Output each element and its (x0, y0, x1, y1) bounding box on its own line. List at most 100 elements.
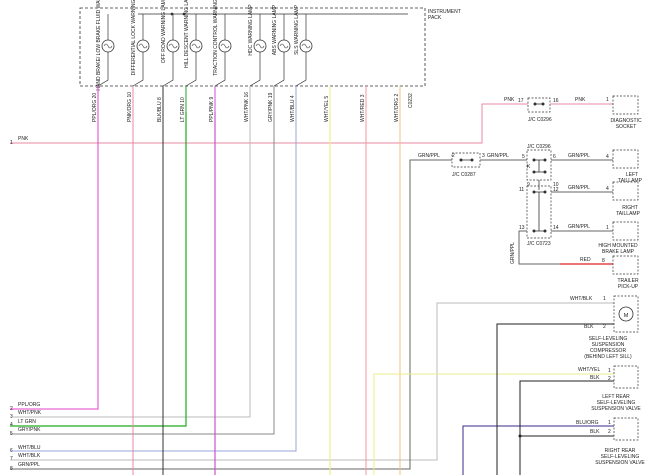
lamp-return (249, 52, 261, 87)
connector-id: C0232 (408, 93, 414, 108)
left-wire-label-4: LT GRN (18, 419, 36, 425)
left-taillamp-box (612, 149, 639, 169)
wiring-diagram-svg: INSTRUMENT PACK HAND BRAKE/ LOW BRAKE FL… (10, 0, 645, 475)
wire-label: WHT/YEL 5 (324, 96, 330, 122)
blu-org-label: BLU/ORG (576, 420, 599, 426)
wire-pnk (10, 103, 520, 144)
pin-16: 16 (553, 98, 559, 104)
wire-label: LT GRN 10 (180, 97, 186, 122)
pin-17: 17 (518, 98, 524, 104)
lamp-name: TRACTION CONTROL WARNING LAMP (213, 0, 219, 76)
left-wire-label-6: WHT/BLU (18, 445, 41, 451)
wht-yel-label: WHT/YEL (578, 367, 600, 373)
lamp-name: HDC WARNING LAMP (248, 4, 254, 56)
wire-gry-pnk (10, 112, 275, 435)
lamp-return (273, 52, 285, 87)
pin-5: 5 (522, 154, 525, 160)
brake-lamp-box (612, 221, 639, 241)
left-wire-label-2: PPL/ORG (18, 402, 40, 408)
pin-3: 3 (482, 153, 485, 159)
pin-4-left: 4 (606, 154, 609, 160)
pin-4-right: 4 (606, 186, 609, 192)
wire-label: WHT/RED 3 (360, 94, 366, 122)
jc-c0287-label: J/C C0287 (452, 172, 476, 178)
jc-c0296b-label: J/C C0296 (527, 144, 551, 150)
left-wire-label-1: PNK (18, 136, 29, 142)
pin-13: 13 (519, 225, 525, 231)
instrument-pack-title-2: PACK (428, 15, 442, 21)
motor-symbol: M (624, 313, 629, 319)
wire-label: WHT/PNK 16 (244, 92, 250, 122)
pnk-label-b: PNK (575, 97, 586, 103)
splice-node (518, 434, 522, 438)
right-valve-label-3: SUSPENSION VALVE (595, 460, 645, 466)
right-taillamp-box (612, 181, 639, 201)
left-wire-num-1: 1 (10, 140, 13, 146)
lamp-name: ABS WARNING LAMP (272, 4, 278, 55)
left-valve-box (613, 365, 639, 389)
right-taillamp-label-2: TAILLAMP (616, 211, 640, 217)
left-wire-num-4: 4 (10, 422, 13, 428)
pin-1-rvalve: 1 (608, 420, 611, 426)
jc-c0723-label: J/C C0723 (527, 241, 551, 247)
lamp-group: HAND BRAKE/ LOW BRAKE FLUID WARNING LAMP… (92, 0, 401, 122)
wire-wht-pnk (10, 112, 251, 418)
pnk-label-a: PNK (504, 97, 515, 103)
wire-label: BLK/BLU 8 (157, 97, 163, 122)
wire-label: GRY/PNK 19 (268, 92, 274, 122)
left-wire-label-5: GRY/PNK (18, 427, 41, 433)
grnppl-label-5: GRN/PPL (568, 224, 590, 230)
pin-9: 9 (527, 182, 530, 188)
left-wire-label-7: WHT/BLK (18, 453, 41, 459)
wire-wht-blu (10, 112, 297, 452)
grnppl-label-6: GRN/PPL (510, 242, 516, 264)
lamp-name: DIFFERENTIAL LOCK WARNING LAMP (131, 0, 137, 75)
pin-k: K (527, 164, 531, 170)
grnppl-label-2: GRN/PPL (487, 153, 509, 159)
red-label: RED (580, 257, 591, 263)
left-taillamp-label-2: TAILLAMP (618, 178, 642, 184)
blk-label-1: BLK (584, 324, 594, 330)
pin-2: 2 (452, 153, 455, 159)
trailer-pickup-box (612, 255, 639, 275)
wht-blk-label: WHT/BLK (570, 296, 593, 302)
wire-label: PPL/PNK 9 (209, 96, 215, 122)
compressor-label-4: (BEHIND LEFT SILL) (584, 354, 632, 360)
diagnostic-socket-label-2: SOCKET (616, 124, 637, 130)
jc-c0296-box (527, 97, 551, 113)
pin-1-comp: 1 (603, 296, 606, 302)
left-wire-num-7: 7 (10, 456, 13, 462)
lamp-name: HILL DESCENT WARNING LAMP (184, 0, 190, 68)
lamp-name: OFF ROAD WARNING LAMP (161, 0, 167, 63)
lamp-name: SLS WARNING LAMP (294, 4, 300, 54)
blk-label-2: BLK (590, 375, 600, 381)
wire-label: WHT/ORG 2 (394, 93, 400, 122)
blk-label-3: BLK (590, 429, 600, 435)
wiring-diagram: INSTRUMENT PACK HAND BRAKE/ LOW BRAKE FL… (0, 0, 650, 475)
jc-c0296-label: J/C C0296 (528, 117, 552, 123)
pin-one: 1 (606, 97, 609, 103)
pin-2-lvalve: 2 (608, 376, 611, 382)
lamp-name: HAND BRAKE/ LOW BRAKE FLUID WARNING LAMP (96, 0, 102, 91)
left-wire-label-3: WHT/PNK (18, 410, 42, 416)
pin-6: 6 (553, 154, 556, 160)
right-valve-box (613, 417, 639, 441)
wire-ppl-org (10, 112, 99, 410)
pin-2-comp: 2 (603, 324, 606, 330)
grnppl-label-3: GRN/PPL (568, 153, 590, 159)
trailer-label-2: PICK-UP (618, 284, 639, 290)
pin-14: 14 (553, 225, 559, 231)
wire-label: WHT/BLU 4 (290, 95, 296, 122)
lamp-return (295, 52, 307, 87)
pin-11: 11 (519, 187, 524, 193)
wire-label: PNK/ORG 10 (127, 92, 133, 122)
grnppl-label-4: GRN/PPL (568, 185, 590, 191)
left-valve-label-3: SUSPENSION VALVE (591, 406, 641, 412)
pin-2-rvalve: 2 (608, 429, 611, 435)
brake-lamp-label-2: BRAKE LAMP (602, 249, 635, 255)
diagnostic-socket-box (612, 95, 639, 115)
pin-8: 8 (602, 258, 605, 264)
grnppl-label-1: GRN/PPL (418, 153, 440, 159)
pin-1-brake: 1 (606, 225, 609, 231)
pin-1-lvalve: 1 (608, 368, 611, 374)
